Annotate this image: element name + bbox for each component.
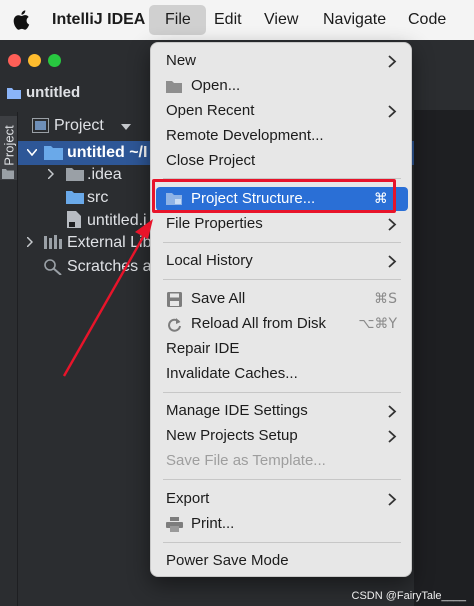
- menubar-file[interactable]: File: [165, 10, 191, 30]
- file-menu-dropdown: New Open... Open Recent Remote Developme…: [150, 42, 412, 577]
- menu-separator: [163, 242, 401, 243]
- iml-file-icon: [67, 211, 81, 228]
- menu-separator: [163, 542, 401, 543]
- watermark: CSDN @FairyTale____: [351, 590, 467, 602]
- tree-item-root[interactable]: untitled ~/I: [67, 143, 147, 163]
- menu-item-close-project[interactable]: Close Project: [151, 149, 413, 174]
- project-view-icon: [32, 118, 49, 133]
- menu-item-local-history[interactable]: Local History: [151, 249, 413, 274]
- collapse-arrow-icon[interactable]: [27, 237, 33, 247]
- menu-item-power-save-mode[interactable]: Power Save Mode: [151, 549, 413, 574]
- project-panel-title[interactable]: Project: [54, 117, 104, 135]
- menu-item-invalidate-caches[interactable]: Invalidate Caches...: [151, 362, 413, 387]
- annotation-highlight-box: [152, 179, 396, 213]
- submenu-arrow-icon: [388, 430, 397, 443]
- library-icon: [44, 235, 62, 249]
- editor-area[interactable]: [414, 110, 474, 606]
- menu-item-repair-ide[interactable]: Repair IDE: [151, 337, 413, 362]
- menubar-view[interactable]: View: [264, 10, 298, 30]
- collapse-arrow-icon[interactable]: [48, 169, 54, 179]
- tree-item-src[interactable]: src: [87, 188, 108, 208]
- folder-tool-icon[interactable]: [2, 168, 14, 179]
- source-folder-icon: [66, 191, 84, 204]
- printer-icon: [166, 517, 183, 532]
- project-tool-tab-label: Project: [1, 125, 17, 166]
- save-icon: [167, 292, 182, 307]
- menu-item-file-properties[interactable]: File Properties: [151, 212, 413, 237]
- chevron-down-icon[interactable]: [121, 124, 131, 130]
- menu-item-open-recent[interactable]: Open Recent: [151, 99, 413, 124]
- tree-item-scratches[interactable]: Scratches a: [67, 257, 151, 277]
- menu-item-manage-ide-settings[interactable]: Manage IDE Settings: [151, 399, 413, 424]
- macos-menu-bar: IntelliJ IDEA File Edit View Navigate Co…: [0, 0, 474, 40]
- submenu-arrow-icon: [388, 105, 397, 118]
- open-folder-icon: [166, 81, 182, 93]
- close-window-button[interactable]: [8, 54, 21, 67]
- submenu-arrow-icon: [388, 493, 397, 506]
- menu-item-new[interactable]: New: [151, 49, 413, 74]
- menu-item-new-projects-setup[interactable]: New Projects Setup: [151, 424, 413, 449]
- scratches-icon: [44, 259, 62, 275]
- zoom-window-button[interactable]: [48, 54, 61, 67]
- tree-item-idea[interactable]: .idea: [87, 165, 122, 185]
- menu-item-save-file-as-template: Save File as Template...: [166, 452, 326, 469]
- project-widget-title[interactable]: untitled: [26, 84, 80, 101]
- menubar-navigate[interactable]: Navigate: [323, 10, 386, 30]
- menu-separator: [163, 279, 401, 280]
- submenu-arrow-icon: [388, 405, 397, 418]
- tree-item-iml[interactable]: untitled.i: [87, 211, 147, 231]
- minimize-window-button[interactable]: [28, 54, 41, 67]
- submenu-arrow-icon: [388, 55, 397, 68]
- left-tool-strip: [0, 112, 18, 606]
- menu-separator: [163, 479, 401, 480]
- menu-item-save-all[interactable]: Save All ⌘S: [151, 287, 413, 312]
- menu-item-export[interactable]: Export: [151, 487, 413, 512]
- apple-logo-icon[interactable]: [12, 9, 30, 31]
- reload-icon: [168, 318, 181, 332]
- menubar-edit[interactable]: Edit: [214, 10, 242, 30]
- menu-separator: [163, 392, 401, 393]
- project-folder-icon: [7, 88, 21, 99]
- tree-item-external-libraries[interactable]: External Lib: [67, 233, 152, 253]
- module-folder-icon: [44, 146, 63, 160]
- menubar-code[interactable]: Code: [408, 10, 446, 30]
- submenu-arrow-icon: [388, 255, 397, 268]
- menu-item-open[interactable]: Open...: [151, 74, 413, 99]
- folder-icon: [66, 168, 84, 181]
- menubar-app-name[interactable]: IntelliJ IDEA: [52, 10, 145, 30]
- expand-arrow-icon[interactable]: [27, 149, 37, 156]
- menu-item-remote-development[interactable]: Remote Development...: [151, 124, 413, 149]
- menu-item-print[interactable]: Print...: [151, 512, 413, 537]
- submenu-arrow-icon: [388, 218, 397, 231]
- menu-item-reload-all[interactable]: Reload All from Disk ⌥⌘Y: [151, 312, 413, 337]
